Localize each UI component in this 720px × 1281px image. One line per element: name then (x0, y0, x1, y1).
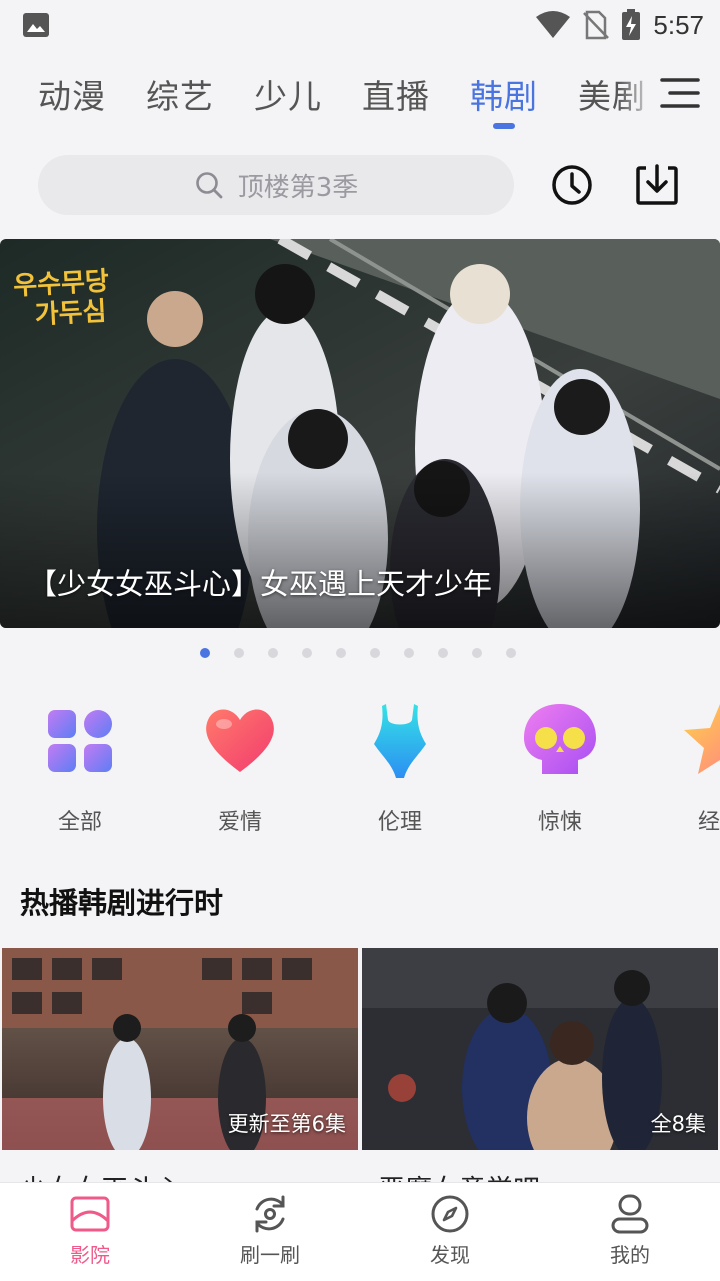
cinema-icon (70, 1196, 110, 1232)
genre-romance[interactable]: 爱情 (160, 700, 320, 836)
nav-profile[interactable]: 我的 (540, 1183, 720, 1281)
heart-icon (206, 709, 274, 772)
search-placeholder: 顶楼第3季 (237, 172, 359, 203)
compass-icon (431, 1195, 469, 1233)
tab-variety[interactable]: 综艺 (146, 70, 214, 118)
nav-discover[interactable]: 发现 (360, 1183, 540, 1281)
genre-thriller[interactable]: 惊悚 (480, 700, 640, 836)
search-bar[interactable]: 顶楼第3季 (38, 155, 514, 215)
pagination-dot[interactable] (302, 648, 312, 658)
download-icon[interactable] (632, 160, 682, 210)
genre-classic[interactable]: 经 (640, 700, 720, 836)
tabs-fade-overlay (618, 60, 658, 130)
nav-swipe-label: 刷一刷 (240, 1243, 300, 1267)
nav-cinema[interactable]: 影院 (0, 1183, 180, 1281)
tab-live[interactable]: 直播 (362, 70, 430, 118)
drama-card-2[interactable]: 全8集 (362, 948, 718, 1150)
tab-kids[interactable]: 少儿 (254, 70, 322, 118)
no-sim-icon (583, 10, 610, 40)
search-icon (195, 172, 223, 199)
category-tabs: 动漫 综艺 少儿 直播 韩剧 美剧 (0, 60, 720, 140)
refresh-icon (255, 1195, 285, 1233)
pagination-dot[interactable] (234, 648, 244, 658)
pagination-dot[interactable] (200, 648, 210, 658)
nav-swipe[interactable]: 刷一刷 (180, 1183, 360, 1281)
pagination-dot[interactable] (336, 648, 346, 658)
nav-profile-label: 我的 (610, 1243, 650, 1267)
wifi-icon (536, 11, 571, 38)
profile-icon (611, 1194, 649, 1234)
battery-charging-icon (622, 9, 641, 40)
menu-icon[interactable] (656, 68, 706, 118)
episode-badge: 全8集 (650, 1112, 706, 1136)
nav-discover-label: 发现 (430, 1243, 470, 1267)
active-tab-indicator (493, 123, 515, 129)
pagination-dot[interactable] (438, 648, 448, 658)
genre-romance-label: 爱情 (217, 810, 262, 835)
nav-cinema-label: 影院 (70, 1243, 110, 1267)
star-icon (684, 704, 720, 774)
history-clock-icon[interactable] (548, 161, 596, 209)
genre-thriller-label: 惊悚 (537, 810, 582, 835)
drama-card-1[interactable]: 更新至第6集 (2, 948, 358, 1150)
status-bar: 5:57 (0, 0, 720, 50)
pagination-dot[interactable] (370, 648, 380, 658)
hero-banner[interactable]: 우수무당 가두심 【少女女巫斗心】女巫遇上天才少年 (0, 239, 720, 628)
genre-all-label: 全部 (57, 810, 102, 835)
pagination-dot[interactable] (472, 648, 482, 658)
pagination-dot[interactable] (268, 648, 278, 658)
banner-logo-line2: 가두심 (34, 296, 108, 331)
genre-ethics-label: 伦理 (377, 810, 422, 835)
genre-ethics[interactable]: 伦理 (320, 700, 480, 836)
episode-badge: 更新至第6集 (227, 1112, 346, 1136)
tab-korean-drama[interactable]: 韩剧 (470, 70, 538, 118)
skull-icon (524, 704, 596, 774)
bottom-navigation: 影院 刷一刷 发现 我的 (0, 1182, 720, 1281)
image-notification-icon (23, 13, 49, 37)
banner-title-logo: 우수무당 가두심 (12, 267, 111, 332)
pagination-dot[interactable] (404, 648, 414, 658)
clock-time: 5:57 (653, 9, 704, 40)
pagination-dot[interactable] (506, 648, 516, 658)
swimsuit-icon (374, 704, 426, 778)
genre-all[interactable]: 全部 (0, 700, 160, 836)
genre-classic-label: 经 (698, 810, 720, 835)
tab-anime[interactable]: 动漫 (38, 70, 106, 118)
banner-caption: 【少女女巫斗心】女巫遇上天才少年 (28, 567, 493, 601)
section-title: 热播韩剧进行时 (20, 886, 224, 920)
banner-pagination (200, 648, 516, 658)
grid-icon (48, 710, 112, 772)
